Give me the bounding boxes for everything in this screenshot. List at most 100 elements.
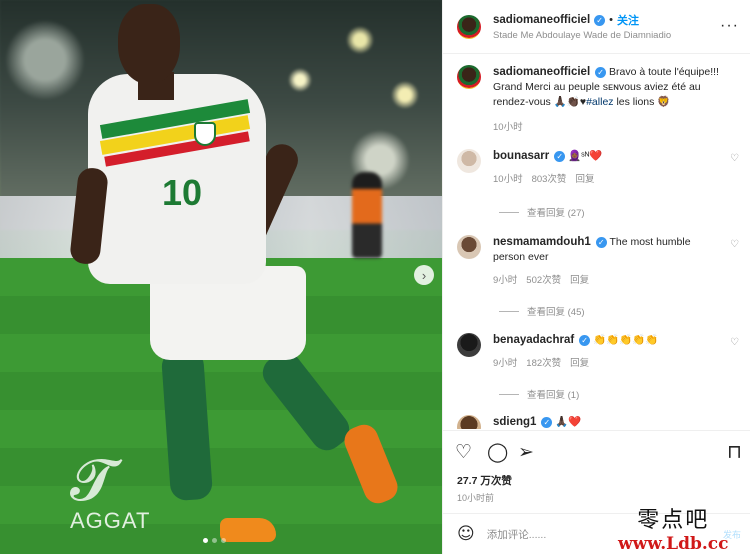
comment-username[interactable]: nesmamamdouh1 bbox=[493, 236, 591, 248]
caption-text: sadiomaneofficiel ✓ Bravo à toute l'équi… bbox=[493, 65, 721, 110]
comment-like-heart-icon[interactable]: ♡ bbox=[730, 153, 739, 164]
paper-plane-icon[interactable]: ➢ bbox=[518, 441, 534, 463]
comment-meta: 9小时 502次赞 回复 bbox=[493, 273, 721, 288]
carousel-dot bbox=[212, 538, 217, 543]
verified-badge-icon: ✓ bbox=[579, 335, 591, 346]
comment-time: 10小时 bbox=[493, 174, 523, 185]
posted-time: 10小时前 bbox=[457, 493, 495, 503]
post-photo[interactable]: 10 𝓣 AGGAT › bbox=[0, 0, 442, 554]
comment-meta: 10小时 803次赞 回复 bbox=[493, 172, 721, 187]
post-side-panel: sadiomaneofficiel ✓ • 关注 Stade Me Abdoul… bbox=[442, 0, 750, 554]
player-boot-left bbox=[220, 518, 276, 542]
comment-likes[interactable]: 803次赞 bbox=[532, 172, 567, 187]
comment-item: nesmamamdouh1 ✓ The most humble person e… bbox=[457, 235, 743, 288]
view-replies-label: 查看回复 (45) bbox=[527, 307, 585, 318]
commenter-avatar[interactable] bbox=[457, 235, 481, 259]
caption: sadiomaneofficiel ✓ Bravo à toute l'équi… bbox=[457, 65, 743, 135]
comment-username[interactable]: bounasarr bbox=[493, 150, 549, 162]
verified-badge-icon: ✓ bbox=[594, 14, 606, 26]
replies-line bbox=[499, 211, 519, 213]
comment-item: benayadachraf ✓ 👏👏👏👏👏 9小时 182次赞 回复 ♡ bbox=[457, 333, 743, 371]
carousel-dots bbox=[203, 538, 226, 543]
player-head bbox=[118, 4, 180, 84]
comment-likes[interactable]: 502次赞 bbox=[526, 273, 561, 288]
comment-like-heart-icon[interactable]: ♡ bbox=[730, 239, 739, 250]
comment-input[interactable]: 添加评论...... bbox=[487, 527, 547, 542]
emoji-icon[interactable]: ☺ bbox=[457, 524, 475, 544]
comment-text: sdieng1 ✓ 🙏🏿❤️ bbox=[493, 415, 721, 429]
view-replies-button[interactable]: 查看回复 (27) bbox=[499, 205, 585, 219]
reply-button[interactable]: 回复 bbox=[575, 172, 594, 187]
post-header: sadiomaneofficiel ✓ • 关注 Stade Me Abdoul… bbox=[443, 0, 750, 54]
jersey-crest bbox=[194, 122, 216, 146]
author-info: sadiomaneofficiel ✓ • 关注 Stade Me Abdoul… bbox=[493, 12, 671, 41]
comment-meta: 9小时 182次赞 回复 bbox=[493, 356, 721, 371]
likes-count[interactable]: 27.7 万次赞 bbox=[457, 473, 512, 488]
hashtag-link[interactable]: #allez bbox=[586, 96, 613, 108]
jersey-number: 10 bbox=[162, 172, 203, 213]
caption-body: sadiomaneofficiel ✓ Bravo à toute l'équi… bbox=[493, 65, 721, 135]
comment-body: bounasarr ✓ 🧕🏾ˢᴺ❤️ 10小时 803次赞 回复 bbox=[493, 149, 721, 187]
player-boot-right bbox=[340, 420, 402, 508]
replies-line bbox=[499, 310, 519, 312]
aggat-watermark-text: AGGAT bbox=[70, 508, 151, 533]
comment-time: 9小时 bbox=[493, 358, 518, 369]
comment-likes[interactable]: 182次赞 bbox=[526, 356, 561, 371]
comment-item: sdieng1 ✓ 🙏🏿❤️ bbox=[457, 415, 743, 429]
author-username[interactable]: sadiomaneofficiel bbox=[493, 14, 590, 26]
commenter-avatar[interactable] bbox=[457, 149, 481, 173]
comment-body: nesmamamdouh1 ✓ The most humble person e… bbox=[493, 235, 721, 288]
comment-body: benayadachraf ✓ 👏👏👏👏👏 9小时 182次赞 回复 bbox=[493, 333, 721, 371]
comment-body: sdieng1 ✓ 🙏🏿❤️ bbox=[493, 415, 721, 429]
commenter-avatar[interactable] bbox=[457, 415, 481, 429]
view-replies-button[interactable]: 查看回复 (1) bbox=[499, 387, 579, 401]
separator-dot: • bbox=[609, 14, 613, 26]
comment-message: 👏👏👏👏👏 bbox=[593, 334, 659, 346]
player-leg-right bbox=[256, 345, 356, 457]
view-replies-button[interactable]: 查看回复 (45) bbox=[499, 304, 585, 318]
view-replies-label: 查看回复 (1) bbox=[527, 390, 580, 401]
replies-line bbox=[499, 393, 519, 395]
comment-time: 9小时 bbox=[493, 275, 518, 286]
post-location[interactable]: Stade Me Abdoulaye Wade de Diamniadio bbox=[493, 30, 671, 41]
author-avatar[interactable] bbox=[457, 14, 481, 39]
caption-time: 10小时 bbox=[493, 122, 523, 133]
site-watermark-cn: 零点吧 bbox=[637, 508, 710, 533]
author-row: sadiomaneofficiel ✓ • 关注 bbox=[493, 12, 671, 28]
player-leg-left bbox=[160, 348, 214, 502]
bookmark-icon[interactable]: ⊓ bbox=[727, 441, 742, 463]
view-replies-label: 查看回复 (27) bbox=[527, 208, 585, 219]
verified-badge-icon: ✓ bbox=[554, 151, 566, 162]
action-icons-row: ♡ ◯ ➢ ⊓ bbox=[455, 441, 745, 463]
comment-username[interactable]: benayadachraf bbox=[493, 334, 574, 346]
comment-text: bounasarr ✓ 🧕🏾ˢᴺ❤️ bbox=[493, 149, 721, 164]
comments-list[interactable]: sadiomaneofficiel ✓ Bravo à toute l'équi… bbox=[443, 55, 750, 429]
caption-message-end: les lions 🦁 bbox=[613, 96, 671, 108]
commenter-avatar[interactable] bbox=[457, 333, 481, 357]
heart-icon[interactable]: ♡ bbox=[455, 441, 472, 463]
comment-message: 🙏🏿❤️ bbox=[555, 416, 582, 428]
comment-message: 🧕🏾ˢᴺ❤️ bbox=[568, 150, 603, 162]
site-watermark: 零点吧 www.Ldb.cc bbox=[618, 502, 728, 554]
comment-username[interactable]: sdieng1 bbox=[493, 416, 536, 428]
caption-meta: 10小时 bbox=[493, 120, 721, 135]
verified-badge-icon: ✓ bbox=[595, 67, 607, 78]
carousel-dot bbox=[221, 538, 226, 543]
more-horizontal-icon[interactable]: ··· bbox=[720, 17, 739, 35]
reply-button[interactable]: 回复 bbox=[570, 356, 589, 371]
comment-like-heart-icon[interactable]: ♡ bbox=[730, 337, 739, 348]
verified-badge-icon: ✓ bbox=[595, 237, 607, 248]
comment-item: bounasarr ✓ 🧕🏾ˢᴺ❤️ 10小时 803次赞 回复 ♡ bbox=[457, 149, 743, 187]
author-avatar[interactable] bbox=[457, 65, 481, 89]
carousel-next-icon[interactable]: › bbox=[414, 265, 434, 285]
verified-badge-icon: ✓ bbox=[541, 417, 553, 428]
reply-button[interactable]: 回复 bbox=[570, 273, 589, 288]
aggat-watermark: 𝓣 AGGAT bbox=[70, 446, 151, 534]
comment-bubble-icon[interactable]: ◯ bbox=[487, 441, 508, 463]
comment-text: nesmamamdouh1 ✓ The most humble person e… bbox=[493, 235, 721, 265]
aggat-logo-icon: 𝓣 bbox=[70, 446, 115, 514]
follow-button[interactable]: 关注 bbox=[617, 12, 639, 28]
caption-username[interactable]: sadiomaneofficiel bbox=[493, 66, 590, 78]
site-watermark-url: www.Ldb.cc bbox=[618, 534, 729, 554]
comment-text: benayadachraf ✓ 👏👏👏👏👏 bbox=[493, 333, 721, 348]
